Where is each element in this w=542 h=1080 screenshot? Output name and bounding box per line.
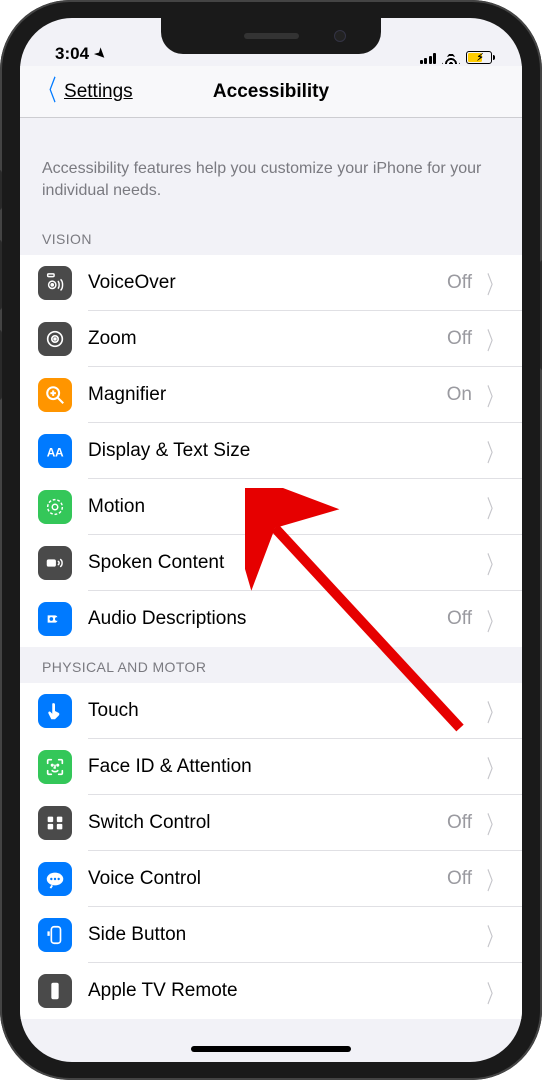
page-title: Accessibility [213,81,329,103]
home-indicator[interactable] [191,1046,351,1052]
spoken-icon [38,546,72,580]
row-value: Off [447,868,472,890]
touch-icon [38,694,72,728]
atv-icon [38,974,72,1008]
settings-row[interactable]: Apple TV Remote〉 [20,963,522,1019]
row-value: On [447,384,472,406]
status-time: 3:04 [55,44,89,64]
settings-row[interactable]: Voice ControlOff 〉 [20,851,522,907]
back-label: Settings [64,81,133,103]
row-label: Motion [88,496,482,518]
settings-row[interactable]: ZoomOff 〉 [20,311,522,367]
row-label: Spoken Content [88,552,482,574]
zoom-icon [38,322,72,356]
chevron-right-icon: 〉 [487,433,501,468]
settings-list: Touch〉Face ID & Attention〉Switch Control… [20,683,522,1019]
row-label: Display & Text Size [88,440,482,462]
row-label: Zoom [88,328,447,350]
chevron-right-icon: 〉 [487,805,501,840]
row-label: Switch Control [88,812,447,834]
motion-icon [38,490,72,524]
row-value: Off [447,272,472,294]
ringer-switch [0,170,2,210]
section-header: PHYSICAL AND MOTOR [20,647,522,683]
back-button[interactable]: 〈 Settings [34,81,133,103]
page-description: Accessibility features help you customiz… [20,118,522,219]
settings-row[interactable]: Motion〉 [20,479,522,535]
chevron-right-icon: 〉 [487,545,501,580]
textsize-icon: AA [38,434,72,468]
row-value: Off [447,328,472,350]
row-value: Off [447,812,472,834]
chevron-right-icon: 〉 [487,749,501,784]
settings-list: VoiceOverOff〉ZoomOff〉MagnifierOn〉AADispl… [20,255,522,647]
chevron-right-icon: 〉 [487,265,501,300]
row-label: VoiceOver [88,272,447,294]
settings-row[interactable]: MagnifierOn 〉 [20,367,522,423]
settings-row[interactable]: Touch〉 [20,683,522,739]
location-icon: ➤ [91,44,110,63]
scroll-content[interactable]: Accessibility features help you customiz… [20,118,522,1062]
wifi-icon [442,51,460,64]
settings-row[interactable]: Switch ControlOff 〉 [20,795,522,851]
chevron-right-icon: 〉 [487,861,501,896]
navigation-bar: 〈 Settings Accessibility [20,66,522,118]
cellular-signal-icon [420,52,437,64]
section-header: VISION [20,219,522,255]
faceid-icon [38,750,72,784]
row-label: Touch [88,700,482,722]
switch-icon [38,806,72,840]
row-value: Off [447,608,472,630]
voiceover-icon [38,266,72,300]
row-label: Face ID & Attention [88,756,482,778]
svg-text:A: A [55,446,64,460]
notch [161,18,381,54]
chevron-right-icon: 〉 [487,917,501,952]
magnifier-icon [38,378,72,412]
chevron-right-icon: 〉 [487,974,501,1009]
battery-icon: ⚡︎ [466,51,492,64]
row-label: Voice Control [88,868,447,890]
volume-down-button [0,330,2,400]
settings-row[interactable]: VoiceOverOff 〉 [20,255,522,311]
audiodesc-icon [38,602,72,636]
row-label: Audio Descriptions [88,608,447,630]
settings-row[interactable]: Face ID & Attention〉 [20,739,522,795]
chevron-right-icon: 〉 [487,693,501,728]
phone-frame: 3:04 ➤ ⚡︎ 〈 Settings Accessibility Acces… [0,0,542,1080]
settings-row[interactable]: Audio DescriptionsOff 〉 [20,591,522,647]
speaker [244,33,299,39]
voicectl-icon [38,862,72,896]
volume-up-button [0,240,2,310]
row-label: Side Button [88,924,482,946]
settings-row[interactable]: AA Display & Text Size〉 [20,423,522,479]
front-camera [334,30,346,42]
settings-row[interactable]: Spoken Content〉 [20,535,522,591]
row-label: Apple TV Remote [88,980,482,1002]
screen: 3:04 ➤ ⚡︎ 〈 Settings Accessibility Acces… [20,18,522,1062]
chevron-right-icon: 〉 [487,321,501,356]
row-label: Magnifier [88,384,447,406]
chevron-right-icon: 〉 [487,602,501,637]
sidebtn-icon [38,918,72,952]
chevron-right-icon: 〉 [487,489,501,524]
chevron-right-icon: 〉 [487,377,501,412]
settings-row[interactable]: Side Button〉 [20,907,522,963]
